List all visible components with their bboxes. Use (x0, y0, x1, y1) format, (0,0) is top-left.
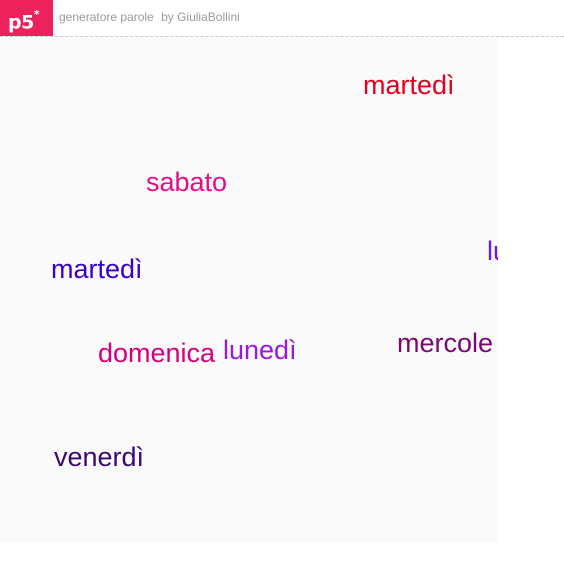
canvas-word: martedì (51, 254, 143, 284)
canvas-word: sabato (146, 167, 228, 197)
canvas-word: venerdì (54, 442, 145, 472)
p5-logo[interactable]: p5* (0, 0, 53, 36)
sketch-title: generatore parole by GiuliaBollini (59, 10, 240, 24)
logo-asterisk: * (33, 8, 40, 21)
sketch-canvas[interactable]: martedì sabato martedì lu domenica luned… (0, 38, 498, 543)
canvas-word: lunedì (223, 335, 297, 365)
canvas-word: lu (487, 236, 498, 266)
sketch-name[interactable]: generatore parole (59, 10, 154, 24)
canvas-word: mercole (397, 328, 494, 358)
canvas-word: martedì (363, 70, 455, 100)
editor-header: p5* generatore parole by GiuliaBollini (0, 0, 564, 37)
canvas-word: domenica (98, 338, 216, 368)
sketch-author[interactable]: by GiuliaBollini (161, 10, 240, 24)
logo-text: p5 (8, 11, 34, 34)
